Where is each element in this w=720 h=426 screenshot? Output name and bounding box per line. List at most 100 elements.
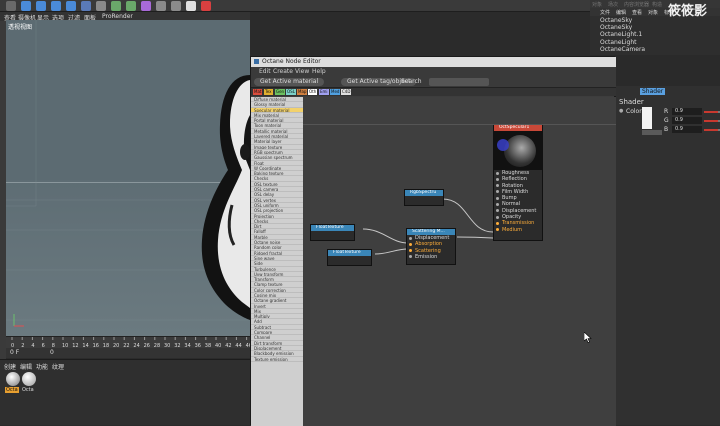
ne-menu-edit[interactable]: Edit (259, 68, 271, 75)
om-menu-edit[interactable]: 编辑 (616, 9, 626, 16)
search-label: Search (401, 78, 422, 85)
scattering-pin[interactable]: Emission (407, 254, 455, 260)
specular-pin[interactable]: Medium (494, 227, 542, 233)
channel-r-slider[interactable] (704, 111, 720, 113)
light-icon[interactable] (186, 1, 196, 11)
tag-emi[interactable]: Emi (319, 89, 329, 95)
cube-icon[interactable] (81, 1, 91, 11)
color-radio-icon[interactable]: ● (619, 108, 623, 114)
om-menu-object[interactable]: 对象 (648, 9, 658, 16)
object-item[interactable]: OctaneSky (600, 17, 645, 24)
mouse-cursor-icon (584, 332, 592, 343)
tag-osl[interactable]: OSL (286, 89, 296, 95)
end-frame[interactable]: 0 (50, 349, 54, 356)
om-menu-view[interactable]: 查看 (632, 9, 642, 16)
node-float2-title: FloatTexture (328, 250, 371, 256)
ne-menu-view[interactable]: View (295, 68, 309, 75)
wire-scattering-to-medium (456, 236, 494, 239)
header-tab-content-browser[interactable]: 内容浏览器 (624, 1, 649, 8)
preview-highlight (497, 139, 509, 151)
attr-tab-shader[interactable]: Shader (640, 88, 666, 95)
material-name-2[interactable]: Octa (22, 387, 34, 393)
tag-gen[interactable]: Gen (275, 89, 286, 95)
channel-g-slider[interactable] (704, 120, 720, 122)
get-active-material-button[interactable]: Get Active material (254, 78, 325, 86)
wire-float2-to-scattering (374, 248, 409, 255)
undo-icon[interactable] (6, 1, 16, 11)
node-rgb-title: RgbSpectru (405, 190, 443, 196)
tag-oth[interactable]: Oth (308, 89, 318, 95)
header-tab-objects[interactable]: 对象 (592, 1, 602, 8)
attribute-manager: Shader Shader ● Color R 0.9 G 0.9 B 0.9 (615, 86, 720, 425)
channel-b-slider[interactable] (704, 129, 720, 131)
node-type-item[interactable]: Texture emission (251, 357, 303, 362)
tag-map[interactable]: Map (297, 89, 308, 95)
node-category-tags: Mat Tex Gen OSL Map Oth Emi Med C4D (251, 88, 616, 96)
node-type-list: Diffuse material Glossy material Specular … (251, 97, 303, 426)
node-float-texture-1[interactable]: FloatTexture (310, 224, 355, 241)
channel-g-field[interactable]: 0.9 (672, 117, 702, 124)
app-icon (254, 59, 259, 64)
channel-r-slider-fill (704, 111, 719, 113)
mat-menu-edit[interactable]: 编辑 (20, 362, 32, 371)
cursor-icon[interactable] (21, 1, 31, 11)
ne-menu-help[interactable]: Help (312, 68, 326, 75)
channel-r-label: R (664, 108, 669, 115)
tag-tex[interactable]: Tex (264, 89, 273, 95)
floor-icon[interactable] (156, 1, 166, 11)
viewport-label: 透视视图 (8, 24, 33, 31)
channel-b-field[interactable]: 0.9 (672, 126, 702, 133)
node-editor-titlebar[interactable]: Octane Node Editor (251, 57, 616, 67)
color-label: Color (626, 108, 642, 115)
header-tab-structure[interactable]: 构造 (652, 1, 662, 8)
object-item[interactable]: OctaneLight.1 (600, 31, 645, 38)
current-frame[interactable]: 0 F (10, 349, 19, 356)
mat-menu-function[interactable]: 功能 (36, 362, 48, 371)
preview-sphere (504, 135, 536, 167)
material-thumb-2[interactable] (22, 372, 36, 386)
material-thumb-1[interactable] (6, 372, 20, 386)
attr-section-title: Shader (619, 98, 644, 106)
viewport-menu-prorender[interactable]: ProRender (102, 13, 133, 20)
mat-menu-texture[interactable]: 纹理 (52, 362, 64, 371)
octane-node-editor: Octane Node Editor Edit Create View Help… (250, 56, 616, 426)
tag-mat[interactable]: Mat (253, 89, 263, 95)
object-item[interactable]: OctaneSky (600, 24, 645, 31)
color-picker-button[interactable] (642, 130, 662, 135)
render-icon[interactable] (201, 1, 211, 11)
timeline-ruler[interactable]: 0 2 4 6 8 10 12 14 16 18 20 22 24 26 28 30 32 34 36 38 40 42 4… (6, 336, 252, 349)
scale-icon[interactable] (51, 1, 61, 11)
node-oct-specular[interactable]: OctSpecular1 Roughness Reflection Rotation… (493, 124, 543, 241)
move-icon[interactable] (36, 1, 46, 11)
tag-c4d[interactable]: C4D (341, 89, 352, 95)
array-icon[interactable] (126, 1, 136, 11)
header-tab-takes[interactable]: 场次 (608, 1, 618, 8)
node-scattering-medium[interactable]: Scattering M... Displacement Absorption Sc… (406, 228, 456, 265)
color-swatch[interactable] (642, 107, 652, 129)
search-input[interactable] (429, 78, 489, 86)
node-specular-pins: Roughness Reflection Rotation Film Width Bum… (494, 170, 542, 233)
material-manager: 创建 编辑 功能 纹理 Octa Octa (0, 359, 250, 425)
ne-menu-create[interactable]: Create (273, 68, 293, 75)
rotate-icon[interactable] (66, 1, 76, 11)
node-float-texture-2[interactable]: FloatTexture (327, 249, 372, 266)
time-controls: 0 F 0 (6, 348, 250, 358)
material-name-1[interactable]: Octa (5, 387, 19, 393)
channel-g-slider-fill (704, 120, 719, 122)
camera-icon[interactable] (171, 1, 181, 11)
object-item[interactable]: OctaneCamera (600, 46, 645, 53)
mat-menu-create[interactable]: 创建 (4, 362, 16, 371)
channel-r-field[interactable]: 0.9 (672, 108, 702, 115)
deformer-icon[interactable] (141, 1, 151, 11)
om-menu-file[interactable]: 文件 (600, 9, 610, 16)
spline-icon[interactable] (96, 1, 106, 11)
channel-b-label: B (664, 126, 669, 133)
viewport-scene (6, 20, 250, 327)
tag-med[interactable]: Med (330, 89, 341, 95)
object-item[interactable]: OctaneLight (600, 39, 645, 46)
node-rgb-spectrum[interactable]: RgbSpectru (404, 189, 444, 206)
perspective-viewport[interactable] (6, 20, 250, 336)
node-editor-title: Octane Node Editor (262, 58, 321, 65)
nurbs-icon[interactable] (111, 1, 121, 11)
node-graph-canvas[interactable]: OctSpecular1 Roughness Reflection Rotation… (303, 97, 616, 426)
